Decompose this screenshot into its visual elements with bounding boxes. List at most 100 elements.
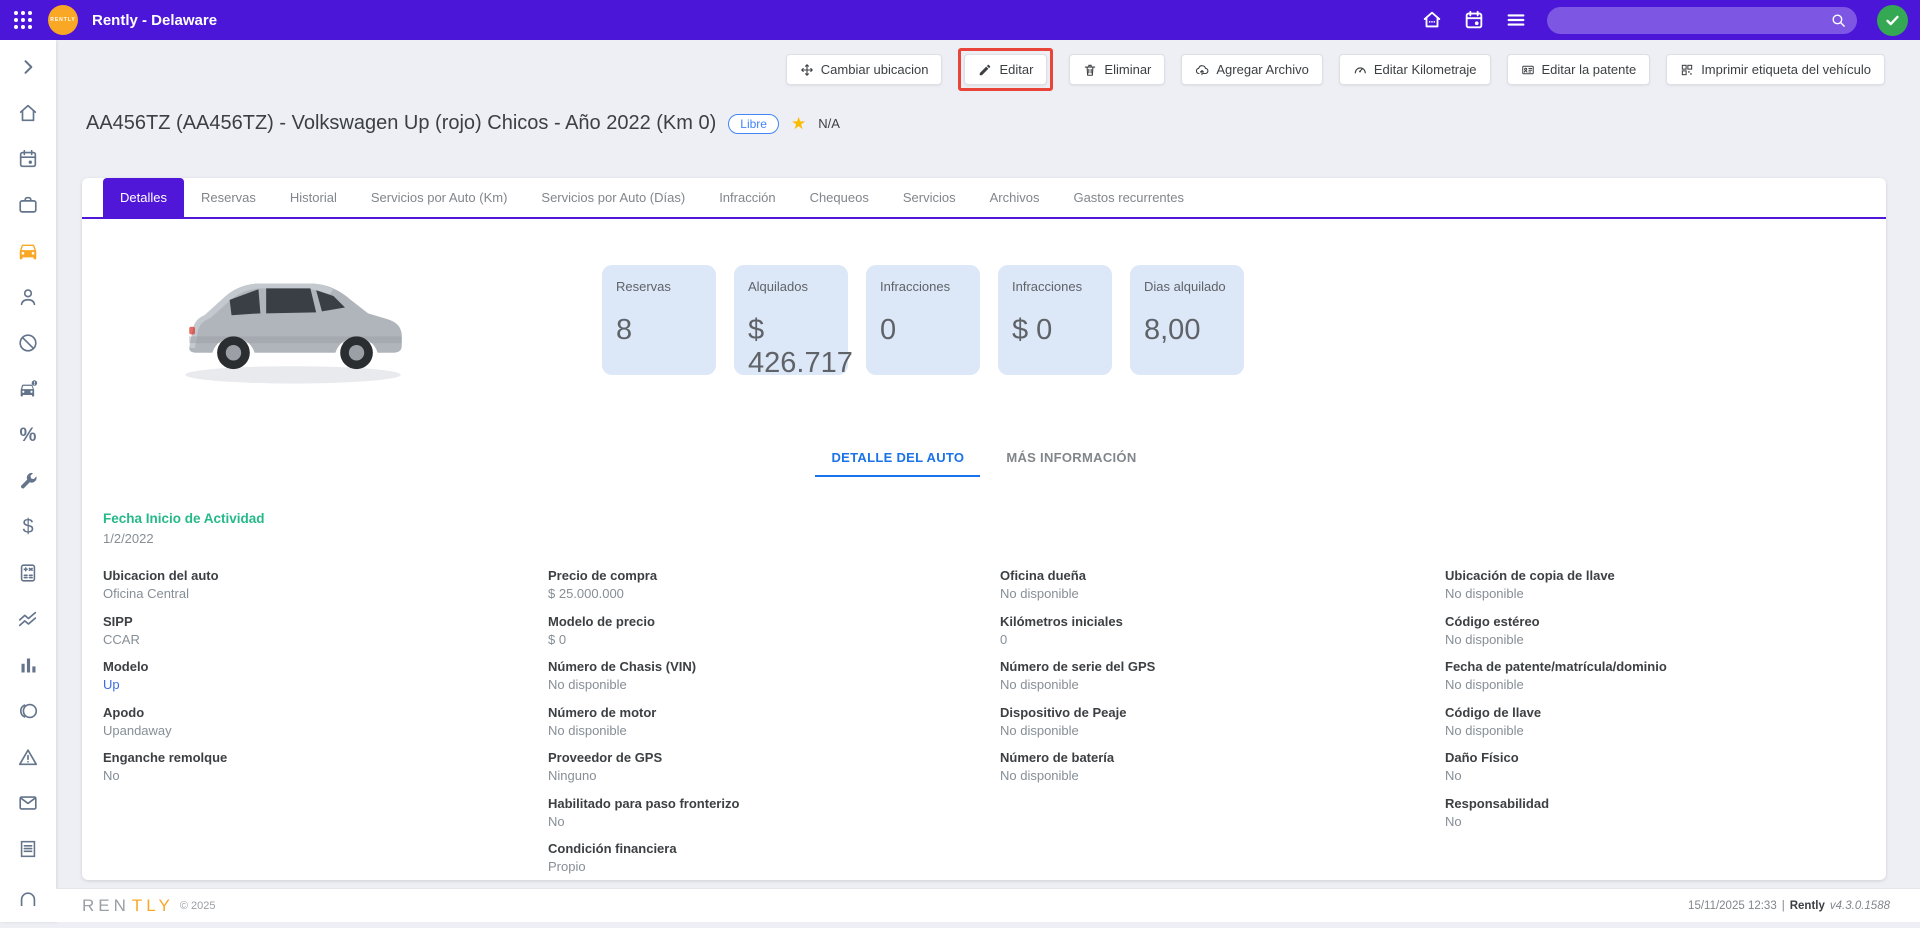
delete-button[interactable]: Eliminar (1069, 54, 1165, 85)
editar-highlight-box: Editar (958, 48, 1053, 91)
change-location-button[interactable]: Cambiar ubicacion (786, 54, 943, 85)
modelo-link[interactable]: Up (103, 677, 548, 692)
field-codigo-estereo: Código estéreoNo disponible (1445, 614, 1886, 660)
tab-historial[interactable]: Historial (273, 178, 354, 217)
percent-icon[interactable]: % (17, 424, 39, 446)
warning-icon[interactable] (17, 746, 39, 768)
edit-button[interactable]: Editar (964, 54, 1047, 85)
copyright: © 2025 (180, 900, 216, 912)
tab-chequeos[interactable]: Chequeos (793, 178, 886, 217)
detail-subtabs: DETALLE DEL AUTO MÁS INFORMACIÓN (82, 438, 1886, 477)
details-column-3: Oficina dueñaNo disponible Kilómetros in… (1000, 568, 1445, 880)
vehicle-photo (170, 249, 420, 394)
company-logo[interactable]: RENTLY (48, 5, 78, 35)
field-condicion-financiera: Condición financieraPropio (548, 841, 1000, 880)
stat-infracciones-amount: Infracciones $ 0 (998, 265, 1112, 375)
menu-icon[interactable] (1505, 9, 1527, 31)
stat-dias-alquilado: Dias alquilado 8,00 (1130, 265, 1244, 375)
field-ubicacion-copia-llave: Ubicación de copia de llaveNo disponible (1445, 568, 1886, 614)
qr-code-icon (1680, 63, 1694, 77)
rently-app: RENTLY Rently - Delaware % $ (0, 0, 1920, 928)
vehicle-header: AA456TZ (AA456TZ) - Volkswagen Up (rojo)… (86, 112, 840, 135)
calendar-icon[interactable] (17, 148, 39, 170)
trash-icon (1083, 63, 1097, 77)
home-icon[interactable] (17, 102, 39, 124)
footer-meta: 15/11/2025 12:33 | Rently v4.3.0.1588 (1688, 900, 1890, 912)
tab-archivos[interactable]: Archivos (973, 178, 1057, 217)
field-dispositivo-de-peaje: Dispositivo de PeajeNo disponible (1000, 705, 1445, 751)
edit-plate-button[interactable]: Editar la patente (1507, 54, 1651, 85)
id-card-icon (1521, 63, 1535, 77)
ban-icon[interactable] (17, 332, 39, 354)
tab-servicios-km[interactable]: Servicios por Auto (Km) (354, 178, 525, 217)
footer-app-name: Rently (1790, 900, 1825, 912)
field-numero-de-chasis: Número de Chasis (VIN)No disponible (548, 659, 1000, 705)
status-badge[interactable]: Libre (728, 114, 779, 134)
tab-servicios[interactable]: Servicios (886, 178, 973, 217)
home-icon[interactable] (1421, 9, 1443, 31)
field-oficina-duena: Oficina dueñaNo disponible (1000, 568, 1445, 614)
subtab-mas-informacion[interactable]: MÁS INFORMACIÓN (990, 438, 1152, 477)
field-proveedor-de-gps: Proveedor de GPSNinguno (548, 750, 1000, 796)
footer-datetime: 15/11/2025 12:33 (1688, 900, 1777, 912)
global-search-input[interactable] (1547, 7, 1857, 34)
vehicle-alert-icon[interactable] (17, 378, 39, 400)
activity-start-field: Fecha Inicio de Actividad 1/2/2022 (103, 511, 1886, 546)
headset-icon[interactable] (17, 884, 39, 906)
stat-alquilados: Alquilados $ 426.717 (734, 265, 848, 375)
trending-icon[interactable] (17, 608, 39, 630)
circles-icon[interactable] (17, 700, 39, 722)
calendar-icon[interactable] (1463, 9, 1485, 31)
vehicle-tabs: Detalles Reservas Historial Servicios po… (82, 178, 1886, 219)
add-file-button[interactable]: Agregar Archivo (1181, 54, 1323, 85)
footer: RENTLY © 2025 15/11/2025 12:33 | Rently … (56, 888, 1920, 922)
footer-brand: RENTLY © 2025 (82, 896, 215, 916)
check-icon (1884, 12, 1901, 29)
wrench-icon[interactable] (17, 470, 39, 492)
subtab-detalle-del-auto[interactable]: DETALLE DEL AUTO (815, 438, 980, 477)
stat-infracciones-count: Infracciones 0 (866, 265, 980, 375)
brand-logo: REN (82, 896, 130, 916)
details-column-1: Ubicacion del autoOficina Central SIPPCC… (103, 568, 548, 880)
print-label-button[interactable]: Imprimir etiqueta del vehículo (1666, 54, 1885, 85)
calculator-icon[interactable] (17, 562, 39, 584)
mail-icon[interactable] (17, 792, 39, 814)
field-numero-de-bateria: Número de bateríaNo disponible (1000, 750, 1445, 796)
star-icon[interactable]: ★ (791, 114, 806, 134)
briefcase-icon[interactable] (17, 194, 39, 216)
field-paso-fronterizo: Habilitado para paso fronterizoNo (548, 796, 1000, 842)
pencil-icon (978, 63, 992, 77)
tab-infraccion[interactable]: Infracción (702, 178, 792, 217)
field-kilometros-iniciales: Kilómetros iniciales0 (1000, 614, 1445, 660)
field-dano-fisico: Daño FísicoNo (1445, 750, 1886, 796)
vehicle-stats: Reservas 8 Alquilados $ 426.717 Infracci… (602, 265, 1244, 375)
topbar: RENTLY Rently - Delaware (0, 0, 1920, 40)
edit-mileage-button[interactable]: Editar Kilometraje (1339, 54, 1491, 85)
tab-servicios-dias[interactable]: Servicios por Auto (Días) (524, 178, 702, 217)
tab-gastos-recurrentes[interactable]: Gastos recurrentes (1056, 178, 1201, 217)
vehicle-title: AA456TZ (AA456TZ) - Volkswagen Up (rojo)… (86, 112, 716, 135)
tab-detalles[interactable]: Detalles (103, 178, 184, 217)
field-precio-de-compra: Precio de compra$ 25.000.000 (548, 568, 1000, 614)
apps-grid-icon[interactable] (14, 11, 32, 29)
field-apodo: ApodoUpandaway (103, 705, 548, 751)
vehicle-detail-card: Detalles Reservas Historial Servicios po… (82, 178, 1886, 880)
vehicle-rating: N/A (818, 116, 840, 131)
details-column-2: Precio de compra$ 25.000.000 Modelo de p… (548, 568, 1000, 880)
tab-reservas[interactable]: Reservas (184, 178, 273, 217)
stat-reservas: Reservas 8 (602, 265, 716, 375)
dollar-icon[interactable]: $ (17, 516, 39, 538)
vehicles-car-icon[interactable] (17, 240, 39, 262)
bar-chart-icon[interactable] (17, 654, 39, 676)
app-title: Rently - Delaware (92, 12, 217, 29)
sidebar-nav: % $ (0, 40, 56, 922)
expand-chevron-icon[interactable] (17, 56, 39, 78)
search-icon[interactable] (1830, 12, 1847, 29)
global-search (1547, 7, 1857, 34)
field-enganche-remolque: Enganche remolqueNo (103, 750, 548, 796)
details-column-4: Ubicación de copia de llaveNo disponible… (1445, 568, 1886, 880)
status-check-button[interactable] (1877, 5, 1908, 36)
customers-person-icon[interactable] (17, 286, 39, 308)
field-ubicacion-del-auto: Ubicacion del autoOficina Central (103, 568, 548, 614)
receipt-icon[interactable] (17, 838, 39, 860)
